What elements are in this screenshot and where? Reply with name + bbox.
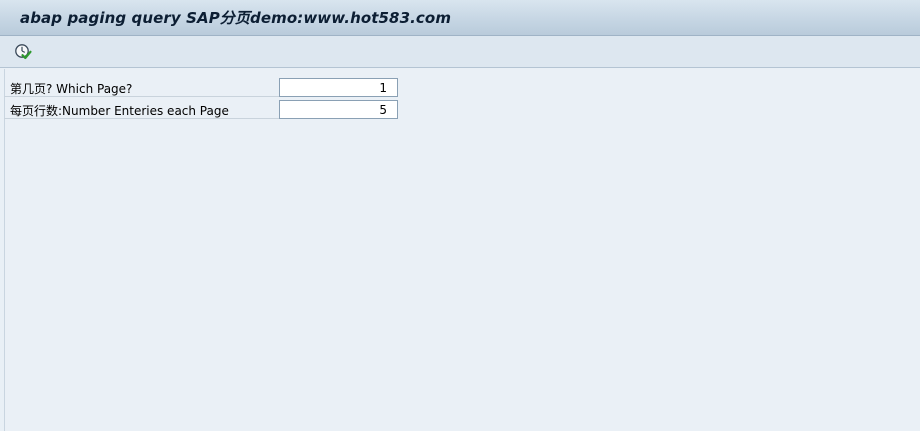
application-toolbar — [0, 36, 920, 68]
page-number-label: 第几页? Which Page? — [10, 82, 133, 96]
sap-window: abap paging query SAP分页demo:www.hot583.c… — [0, 0, 920, 431]
execute-button[interactable] — [13, 42, 33, 62]
page-title: abap paging query SAP分页demo:www.hot583.c… — [20, 9, 452, 27]
page-number-input[interactable] — [279, 78, 398, 97]
entries-per-page-label: 每页行数:Number Enteries each Page — [10, 104, 229, 118]
form-row-entries-per-page: 每页行数:Number Enteries each Page — [4, 100, 279, 119]
entries-per-page-input[interactable] — [279, 100, 398, 119]
form-row-page-number: 第几页? Which Page? — [4, 78, 279, 97]
execute-icon — [15, 44, 32, 60]
selection-screen — [4, 69, 920, 431]
title-bar: abap paging query SAP分页demo:www.hot583.c… — [0, 0, 920, 36]
